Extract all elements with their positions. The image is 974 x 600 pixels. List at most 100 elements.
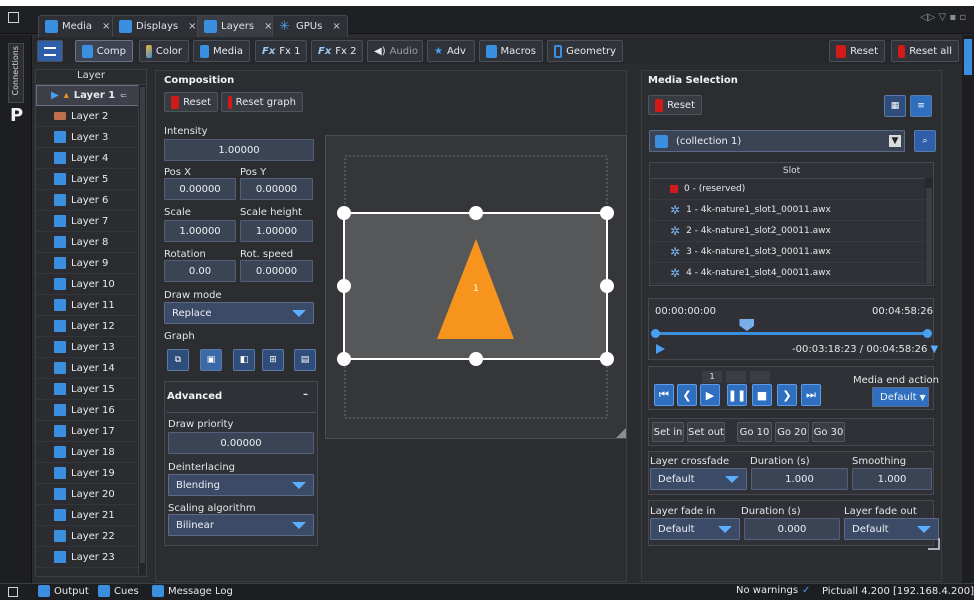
- graph-mode-1-button[interactable]: ⧉: [167, 349, 189, 371]
- pause-icon[interactable]: ❚❚: [727, 384, 747, 406]
- tab-media[interactable]: Media: [193, 40, 250, 62]
- play-icon[interactable]: [656, 344, 665, 354]
- set-out-button[interactable]: Set out: [687, 422, 725, 442]
- layer-item[interactable]: ▶ ▴ Layer 1 ⇐: [36, 85, 140, 106]
- layer-item[interactable]: Layer 21: [36, 505, 140, 526]
- layer-item[interactable]: Layer 19: [36, 463, 140, 484]
- layer-item[interactable]: Layer 8: [36, 232, 140, 253]
- go-30-button[interactable]: Go 30: [812, 422, 845, 442]
- fade-in-select[interactable]: Default: [650, 518, 740, 540]
- crossfade-duration-field[interactable]: 1.000: [751, 468, 848, 490]
- tab-gpus[interactable]: ✳ GPUs ×: [272, 15, 348, 37]
- deinterlacing-select[interactable]: Blending: [168, 474, 314, 496]
- posx-field[interactable]: 0.00000: [164, 178, 236, 200]
- list-view-button[interactable]: ≡: [910, 95, 932, 117]
- composition-preview[interactable]: 1: [325, 135, 627, 439]
- resize-grip-icon[interactable]: [928, 538, 940, 550]
- layer-item[interactable]: Layer 14: [36, 358, 140, 379]
- fade-out-select[interactable]: Default: [844, 518, 939, 540]
- tab-color[interactable]: Color: [139, 40, 189, 62]
- layer-item[interactable]: Layer 15: [36, 379, 140, 400]
- layer-item[interactable]: Layer 11: [36, 295, 140, 316]
- graph-mode-5-button[interactable]: ▤: [294, 349, 316, 371]
- graph-mode-4-button[interactable]: ⊞: [262, 349, 284, 371]
- crossfade-select[interactable]: Default: [650, 468, 747, 490]
- close-icon[interactable]: ×: [102, 21, 110, 32]
- draw-mode-select[interactable]: Replace: [164, 302, 314, 324]
- preview-canvas[interactable]: 1: [326, 136, 628, 440]
- layer-item[interactable]: Layer 6: [36, 190, 140, 211]
- scroll-thumb[interactable]: [140, 87, 145, 563]
- reset-all-button[interactable]: Reset all: [891, 40, 959, 62]
- timeline-start-marker[interactable]: [651, 329, 660, 338]
- skip-end-icon[interactable]: ⏭: [801, 384, 821, 406]
- search-button[interactable]: ⌕: [914, 130, 936, 152]
- layer-item[interactable]: Layer 18: [36, 442, 140, 463]
- message-log-button[interactable]: Message Log: [152, 585, 233, 597]
- thumbnail-view-button[interactable]: ▦: [884, 95, 906, 117]
- fade-duration-field[interactable]: 0.000: [744, 518, 840, 540]
- layer-item[interactable]: Layer 3: [36, 127, 140, 148]
- forward-icon[interactable]: ❯: [777, 384, 797, 406]
- layer-item[interactable]: Layer 4: [36, 148, 140, 169]
- tab-fx1[interactable]: Fx Fx 1: [255, 40, 307, 62]
- layer-item[interactable]: Layer 9: [36, 253, 140, 274]
- layer-item[interactable]: Layer 16: [36, 400, 140, 421]
- layer-item[interactable]: Layer 20: [36, 484, 140, 505]
- go-20-button[interactable]: Go 20: [775, 422, 809, 442]
- layer-item[interactable]: Layer 5: [36, 169, 140, 190]
- set-in-button[interactable]: Set in: [652, 422, 684, 442]
- output-button[interactable]: Output: [38, 585, 89, 597]
- tab-audio[interactable]: ◀) Audio: [367, 40, 423, 62]
- tab-fx2[interactable]: Fx Fx 2: [311, 40, 363, 62]
- handle-right[interactable]: [600, 279, 614, 293]
- rotation-field[interactable]: 0.00: [164, 260, 236, 282]
- timeline-track[interactable]: [655, 332, 928, 335]
- media-end-action-select[interactable]: Default ▼: [872, 387, 929, 407]
- scale-field[interactable]: 1.00000: [164, 220, 236, 242]
- layer-item[interactable]: Layer 2: [36, 106, 140, 127]
- timecode-display[interactable]: -00:03:18:23 / 00:04:58:26 ▼: [792, 344, 938, 355]
- layer-item[interactable]: Layer 13: [36, 337, 140, 358]
- scroll-thumb[interactable]: [926, 188, 932, 284]
- tab-comp[interactable]: Comp: [75, 40, 133, 62]
- tab-media[interactable]: Media ×: [38, 15, 118, 37]
- window-controls[interactable]: ◁▷ ▽ ▪ ▫: [920, 12, 966, 23]
- window-layout-icon[interactable]: [8, 12, 19, 23]
- graph-mode-2-button[interactable]: ▣: [200, 349, 222, 371]
- layer-item[interactable]: Layer 23: [36, 547, 140, 568]
- play-button-icon[interactable]: ▶: [700, 384, 720, 406]
- cues-button[interactable]: Cues: [98, 585, 139, 597]
- handle-bottom-left[interactable]: [337, 352, 351, 366]
- close-icon[interactable]: ×: [332, 21, 340, 32]
- tab-macros[interactable]: Macros: [479, 40, 543, 62]
- tab-adv[interactable]: ★ Adv: [427, 40, 475, 62]
- media-reset-button[interactable]: Reset: [648, 95, 702, 115]
- graph-mode-3-button[interactable]: ◧: [233, 349, 255, 371]
- stop-icon[interactable]: ■: [752, 384, 772, 406]
- connections-tab[interactable]: Connections: [8, 43, 24, 103]
- handle-top-left[interactable]: [337, 206, 351, 220]
- go-10-button[interactable]: Go 10: [737, 422, 772, 442]
- handle-left[interactable]: [337, 279, 351, 293]
- scale-height-field[interactable]: 1.00000: [240, 220, 313, 242]
- right-panel-tab[interactable]: [964, 39, 972, 75]
- handle-bottom[interactable]: [469, 352, 483, 366]
- scaling-select[interactable]: Bilinear: [168, 514, 314, 536]
- slot-row[interactable]: ✲ 1 - 4k-nature1_slot1_00011.awx: [650, 200, 933, 221]
- layer-item[interactable]: Layer 22: [36, 526, 140, 547]
- link-icon[interactable]: ⇐: [120, 91, 127, 100]
- timeline-end-marker[interactable]: [923, 329, 932, 338]
- slot-row[interactable]: ✲ 2 - 4k-nature1_slot2_00011.awx: [650, 221, 933, 242]
- layer-scrollbar[interactable]: [138, 85, 146, 575]
- advanced-title[interactable]: Advanced: [167, 391, 222, 402]
- tab-geometry[interactable]: Geometry: [547, 40, 623, 62]
- tab-layers[interactable]: Layers ×: [197, 15, 280, 37]
- rewind-icon[interactable]: ❮: [677, 384, 697, 406]
- tab-displays[interactable]: Displays ×: [112, 15, 204, 37]
- layer-item[interactable]: Layer 17: [36, 421, 140, 442]
- slot-row[interactable]: ✲ 3 - 4k-nature1_slot3_00011.awx: [650, 242, 933, 263]
- layer-item[interactable]: Layer 12: [36, 316, 140, 337]
- handle-bottom-right[interactable]: [600, 352, 614, 366]
- intensity-field[interactable]: 1.00000: [164, 139, 314, 161]
